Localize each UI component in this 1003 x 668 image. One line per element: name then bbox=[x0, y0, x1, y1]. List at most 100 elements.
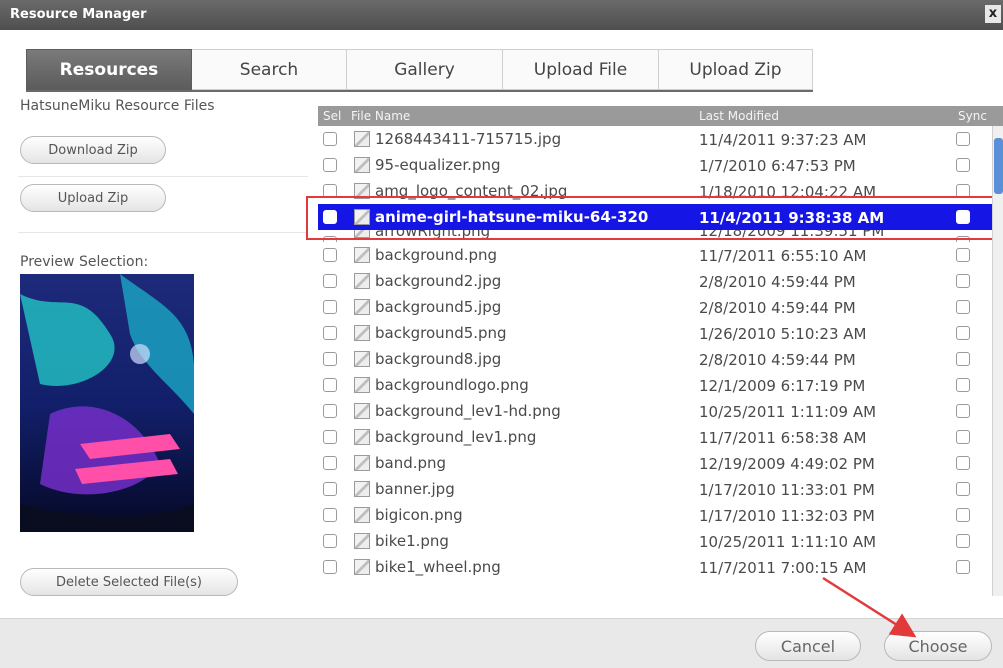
select-checkbox[interactable] bbox=[323, 534, 337, 548]
table-row[interactable]: band.png 12/19/2009 4:49:02 PM bbox=[318, 450, 1003, 476]
sync-checkbox[interactable] bbox=[956, 184, 970, 198]
sync-checkbox[interactable] bbox=[956, 404, 970, 418]
file-list: Sel File Name Last Modified Sync 1268443… bbox=[318, 106, 1003, 598]
table-row[interactable]: background_lev1.png 11/7/2011 6:58:38 AM bbox=[318, 424, 1003, 450]
file-icon bbox=[354, 325, 370, 341]
sync-checkbox[interactable] bbox=[956, 132, 970, 146]
file-modified: 2/8/2010 4:59:44 PM bbox=[699, 351, 856, 369]
close-icon[interactable]: x bbox=[985, 5, 1001, 23]
file-modified: 12/1/2009 6:17:19 PM bbox=[699, 377, 866, 395]
file-rows: 1268443411-715715.jpg 11/4/2011 9:37:23 A… bbox=[318, 106, 1003, 580]
file-name: background_lev1-hd.png bbox=[375, 402, 561, 420]
file-icon bbox=[354, 230, 370, 238]
select-checkbox[interactable] bbox=[323, 482, 337, 496]
select-checkbox[interactable] bbox=[323, 378, 337, 392]
file-icon bbox=[354, 559, 370, 575]
file-icon bbox=[354, 273, 370, 289]
select-checkbox[interactable] bbox=[323, 132, 337, 146]
divider bbox=[18, 176, 308, 177]
select-checkbox[interactable] bbox=[323, 248, 337, 262]
select-checkbox[interactable] bbox=[323, 352, 337, 366]
sync-checkbox[interactable] bbox=[956, 274, 970, 288]
table-row[interactable]: amg_logo_content_02.jpg 1/18/2010 12:04:2… bbox=[318, 178, 1003, 204]
file-modified: 11/7/2011 7:00:15 AM bbox=[699, 559, 867, 577]
table-row[interactable]: banner.jpg 1/17/2010 11:33:01 PM bbox=[318, 476, 1003, 502]
file-modified: 1/17/2010 11:33:01 PM bbox=[699, 481, 875, 499]
sync-checkbox[interactable] bbox=[956, 534, 970, 548]
file-modified: 2/8/2010 4:59:44 PM bbox=[699, 273, 856, 291]
select-checkbox[interactable] bbox=[323, 184, 337, 198]
sync-checkbox[interactable] bbox=[956, 248, 970, 262]
file-name: background5.jpg bbox=[375, 298, 502, 316]
tab-upload-zip[interactable]: Upload Zip bbox=[659, 49, 813, 90]
upload-zip-button[interactable]: Upload Zip bbox=[20, 184, 166, 212]
table-row[interactable]: bigicon.png 1/17/2010 11:32:03 PM bbox=[318, 502, 1003, 528]
window-title: Resource Manager bbox=[10, 7, 147, 22]
tab-bar: Resources Search Gallery Upload File Upl… bbox=[26, 49, 813, 90]
select-checkbox[interactable] bbox=[323, 300, 337, 314]
sync-checkbox[interactable] bbox=[956, 326, 970, 340]
sync-checkbox[interactable] bbox=[956, 158, 970, 172]
file-modified: 2/8/2010 4:59:44 PM bbox=[699, 299, 856, 317]
table-row[interactable]: background.png 11/7/2011 6:55:10 AM bbox=[318, 242, 1003, 268]
select-checkbox[interactable] bbox=[323, 158, 337, 172]
choose-button[interactable]: Choose bbox=[884, 631, 992, 661]
sync-checkbox[interactable] bbox=[956, 210, 970, 224]
select-checkbox[interactable] bbox=[323, 508, 337, 522]
select-checkbox[interactable] bbox=[323, 274, 337, 288]
file-icon bbox=[354, 157, 370, 173]
select-checkbox[interactable] bbox=[323, 456, 337, 470]
file-modified: 1/26/2010 5:10:23 AM bbox=[699, 325, 867, 343]
file-modified: 1/7/2010 6:47:53 PM bbox=[699, 157, 856, 175]
file-modified: 12/19/2009 4:49:02 PM bbox=[699, 455, 875, 473]
sync-checkbox[interactable] bbox=[956, 430, 970, 444]
file-name: band.png bbox=[375, 454, 447, 472]
preview-image bbox=[20, 274, 194, 532]
table-row[interactable]: bike1.png 10/25/2011 1:11:10 AM bbox=[318, 528, 1003, 554]
select-checkbox[interactable] bbox=[323, 210, 337, 224]
table-row[interactable]: background5.jpg 2/8/2010 4:59:44 PM bbox=[318, 294, 1003, 320]
select-checkbox[interactable] bbox=[323, 560, 337, 574]
resource-files-title: HatsuneMiku Resource Files bbox=[20, 98, 215, 114]
table-row[interactable]: background5.png 1/26/2010 5:10:23 AM bbox=[318, 320, 1003, 346]
download-zip-button[interactable]: Download Zip bbox=[20, 136, 166, 164]
divider bbox=[18, 232, 308, 233]
table-row[interactable]: background2.jpg 2/8/2010 4:59:44 PM bbox=[318, 268, 1003, 294]
sync-checkbox[interactable] bbox=[956, 300, 970, 314]
select-checkbox[interactable] bbox=[323, 404, 337, 418]
sync-checkbox[interactable] bbox=[956, 352, 970, 366]
table-row[interactable]: backgroundlogo.png 12/1/2009 6:17:19 PM bbox=[318, 372, 1003, 398]
file-name: background2.jpg bbox=[375, 272, 502, 290]
file-icon bbox=[354, 481, 370, 497]
tab-search[interactable]: Search bbox=[192, 49, 347, 90]
delete-selected-button[interactable]: Delete Selected File(s) bbox=[20, 568, 238, 596]
table-row-selected[interactable]: anime-girl-hatsune-miku-64-320 11/4/2011 … bbox=[318, 204, 1003, 230]
file-modified: 1/17/2010 11:32:03 PM bbox=[699, 507, 875, 525]
tab-resources[interactable]: Resources bbox=[26, 49, 192, 90]
sync-checkbox[interactable] bbox=[956, 482, 970, 496]
table-row[interactable]: 95-equalizer.png 1/7/2010 6:47:53 PM bbox=[318, 152, 1003, 178]
sync-checkbox[interactable] bbox=[956, 508, 970, 522]
file-name: bike1.png bbox=[375, 532, 449, 550]
file-icon bbox=[354, 351, 370, 367]
file-icon bbox=[354, 403, 370, 419]
list-scrollbar[interactable] bbox=[992, 126, 1003, 596]
table-row[interactable]: arrowRight.png 12/18/2009 11:39:51 PM bbox=[318, 230, 1003, 242]
file-modified: 11/7/2011 6:55:10 AM bbox=[699, 247, 867, 265]
table-row[interactable]: background_lev1-hd.png 10/25/2011 1:11:09… bbox=[318, 398, 1003, 424]
dialog-footer: Cancel Choose bbox=[0, 618, 1003, 668]
scroll-thumb[interactable] bbox=[994, 138, 1003, 194]
preview-artwork-icon bbox=[20, 274, 194, 532]
sync-checkbox[interactable] bbox=[956, 456, 970, 470]
select-checkbox[interactable] bbox=[323, 430, 337, 444]
table-row[interactable]: 1268443411-715715.jpg 11/4/2011 9:37:23 A… bbox=[318, 126, 1003, 152]
select-checkbox[interactable] bbox=[323, 326, 337, 340]
tab-upload-file[interactable]: Upload File bbox=[503, 49, 659, 90]
file-name: bigicon.png bbox=[375, 506, 463, 524]
tab-gallery[interactable]: Gallery bbox=[347, 49, 503, 90]
cancel-button[interactable]: Cancel bbox=[755, 631, 861, 661]
sync-checkbox[interactable] bbox=[956, 378, 970, 392]
sync-checkbox[interactable] bbox=[956, 560, 970, 574]
table-row[interactable]: bike1_wheel.png 11/7/2011 7:00:15 AM bbox=[318, 554, 1003, 580]
table-row[interactable]: background8.jpg 2/8/2010 4:59:44 PM bbox=[318, 346, 1003, 372]
